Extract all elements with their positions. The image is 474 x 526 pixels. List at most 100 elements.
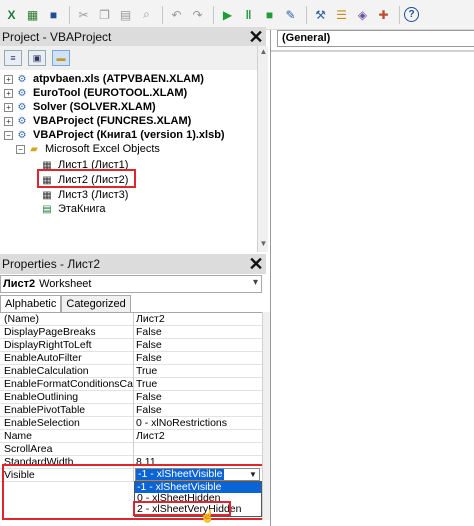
copy-icon[interactable]: ❐ xyxy=(95,5,114,24)
toolbox-icon[interactable]: ✚ xyxy=(374,5,393,24)
property-name: EnableOutlining xyxy=(0,391,134,404)
property-row[interactable]: DisplayPageBreaks False xyxy=(0,326,262,339)
property-row[interactable]: Name Лист2 xyxy=(0,430,262,443)
excel-icon[interactable]: X xyxy=(2,5,21,24)
property-row[interactable]: (Name) Лист2 xyxy=(0,313,262,326)
property-row[interactable]: EnableCalculation True xyxy=(0,365,262,378)
project-panel-title-text: Project - VBAProject xyxy=(2,30,112,44)
property-name: EnableCalculation xyxy=(0,365,134,378)
highlight-box-sheet2 xyxy=(37,169,136,188)
tree-item-label: EuroTool (EUROTOOL.XLAM) xyxy=(33,87,188,99)
toolbar-separator xyxy=(162,5,163,24)
property-name: Name xyxy=(0,430,134,443)
tab-categorized[interactable]: Categorized xyxy=(61,295,131,312)
collapse-icon[interactable]: − xyxy=(16,144,25,154)
properties-icon[interactable]: ☰ xyxy=(332,5,351,24)
expand-icon[interactable]: + xyxy=(4,116,13,126)
property-value[interactable]: Лист2 xyxy=(134,313,262,326)
properties-panel-title-text: Properties - Лист2 xyxy=(2,257,101,271)
property-row[interactable]: EnableOutlining False xyxy=(0,391,262,404)
properties-scrollbar[interactable] xyxy=(262,312,270,520)
reset-icon[interactable]: ■ xyxy=(260,5,279,24)
highlight-box-very-hidden xyxy=(133,501,231,516)
save-icon[interactable]: ■ xyxy=(44,5,63,24)
expand-icon[interactable]: + xyxy=(4,102,13,112)
view-code-icon[interactable]: ≡ xyxy=(4,50,22,66)
close-icon[interactable]: ✕ xyxy=(246,27,266,47)
tree-item-label: VBAProject (FUNCRES.XLAM) xyxy=(33,115,192,127)
standard-toolbar: X ▦ ■ ✂ ❐ ▤ ⌕ ↶ ↷ ▶ ‖ ■ ✎ ⚒ ☰ ◈ ✚ ? xyxy=(0,0,474,30)
property-value[interactable]: False xyxy=(134,326,262,339)
toolbar-separator xyxy=(213,5,214,24)
property-value[interactable]: True xyxy=(134,365,262,378)
tree-item-excel-objects[interactable]: − ▰ Microsoft Excel Objects xyxy=(16,142,160,156)
design-mode-icon[interactable]: ✎ xyxy=(281,5,300,24)
scroll-up-icon[interactable]: ▲ xyxy=(259,46,268,58)
mouse-cursor-icon: ☝ xyxy=(200,509,215,523)
insert-icon[interactable]: ▦ xyxy=(23,5,42,24)
toolbar-separator xyxy=(69,5,70,24)
property-value[interactable]: False xyxy=(134,404,262,417)
tree-item-sheet3[interactable]: ▦ Лист3 (Лист3) xyxy=(40,188,128,202)
property-row[interactable]: ScrollArea xyxy=(0,443,262,456)
tab-alphabetic[interactable]: Alphabetic xyxy=(0,295,62,312)
close-icon[interactable]: ✕ xyxy=(246,254,266,274)
object-combobox[interactable]: Лист2 Worksheet ▾ xyxy=(0,275,262,293)
cut-icon[interactable]: ✂ xyxy=(74,5,93,24)
property-name: EnablePivotTable xyxy=(0,404,134,417)
toolbar-separator xyxy=(306,5,307,24)
property-value[interactable]: Лист2 xyxy=(134,430,262,443)
tree-item-atpvbaen[interactable]: + ⚙ atpvbaen.xls (ATPVBAEN.XLAM) xyxy=(4,72,204,86)
expand-icon[interactable]: + xyxy=(4,88,13,98)
toolbar-separator xyxy=(399,5,400,24)
property-name: DisplayRightToLeft xyxy=(0,339,134,352)
object-type: Worksheet xyxy=(39,278,92,290)
tree-item-label: Solver (SOLVER.XLAM) xyxy=(33,101,156,113)
property-value[interactable] xyxy=(134,443,262,456)
property-row[interactable]: EnablePivotTable False xyxy=(0,404,262,417)
run-icon[interactable]: ▶ xyxy=(218,5,237,24)
tree-item-thisworkbook[interactable]: ▤ ЭтаКнига xyxy=(40,202,105,216)
help-icon[interactable]: ? xyxy=(404,7,419,22)
worksheet-icon: ▦ xyxy=(42,189,52,201)
object-name: Лист2 xyxy=(3,278,36,290)
toggle-folders-icon[interactable]: ▬ xyxy=(52,50,70,66)
property-value[interactable]: False xyxy=(134,352,262,365)
break-icon[interactable]: ‖ xyxy=(239,5,258,24)
property-value[interactable]: 0 - xlNoRestrictions xyxy=(134,417,262,430)
workbook-icon: ▤ xyxy=(42,203,52,215)
property-row[interactable]: EnableFormatConditionsCalculation True xyxy=(0,378,262,391)
expand-icon[interactable]: + xyxy=(4,74,13,84)
tree-item-workbook-project[interactable]: − ⚙ VBAProject (Книга1 (version 1).xlsb) xyxy=(4,128,225,142)
object-browser-icon[interactable]: ◈ xyxy=(353,5,372,24)
view-object-icon[interactable]: ▣ xyxy=(28,50,46,66)
tree-item-solver[interactable]: + ⚙ Solver (SOLVER.XLAM) xyxy=(4,100,156,114)
property-name: ScrollArea xyxy=(0,443,134,456)
property-row[interactable]: EnableAutoFilter False xyxy=(0,352,262,365)
property-value[interactable]: False xyxy=(134,391,262,404)
project-panel-title: Project - VBAProject xyxy=(0,27,266,47)
code-window[interactable]: (General) xyxy=(270,30,474,526)
tree-item-label: Microsoft Excel Objects xyxy=(45,143,160,155)
collapse-icon[interactable]: − xyxy=(4,130,13,140)
property-row[interactable]: DisplayRightToLeft False xyxy=(0,339,262,352)
folder-icon: ▰ xyxy=(30,143,38,155)
vba-project-icon: ⚙ xyxy=(17,115,27,127)
property-name: (Name) xyxy=(0,313,134,326)
property-value[interactable]: True xyxy=(134,378,262,391)
object-list-combobox[interactable]: (General) xyxy=(277,30,474,47)
tree-item-funcres[interactable]: + ⚙ VBAProject (FUNCRES.XLAM) xyxy=(4,114,191,128)
tree-item-eurotool[interactable]: + ⚙ EuroTool (EUROTOOL.XLAM) xyxy=(4,86,187,100)
property-row[interactable]: EnableSelection 0 - xlNoRestrictions xyxy=(0,417,262,430)
property-value[interactable]: False xyxy=(134,339,262,352)
find-icon[interactable]: ⌕ xyxy=(137,5,156,24)
property-name: EnableFormatConditionsCalculation xyxy=(0,378,134,391)
project-explorer-icon[interactable]: ⚒ xyxy=(311,5,330,24)
scroll-down-icon[interactable]: ▼ xyxy=(259,238,268,250)
undo-icon[interactable]: ↶ xyxy=(167,5,186,24)
paste-icon[interactable]: ▤ xyxy=(116,5,135,24)
project-scrollbar[interactable]: ▲ ▼ xyxy=(257,46,268,252)
chevron-down-icon[interactable]: ▾ xyxy=(253,277,258,288)
redo-icon[interactable]: ↷ xyxy=(188,5,207,24)
properties-panel-title: Properties - Лист2 xyxy=(0,254,266,274)
